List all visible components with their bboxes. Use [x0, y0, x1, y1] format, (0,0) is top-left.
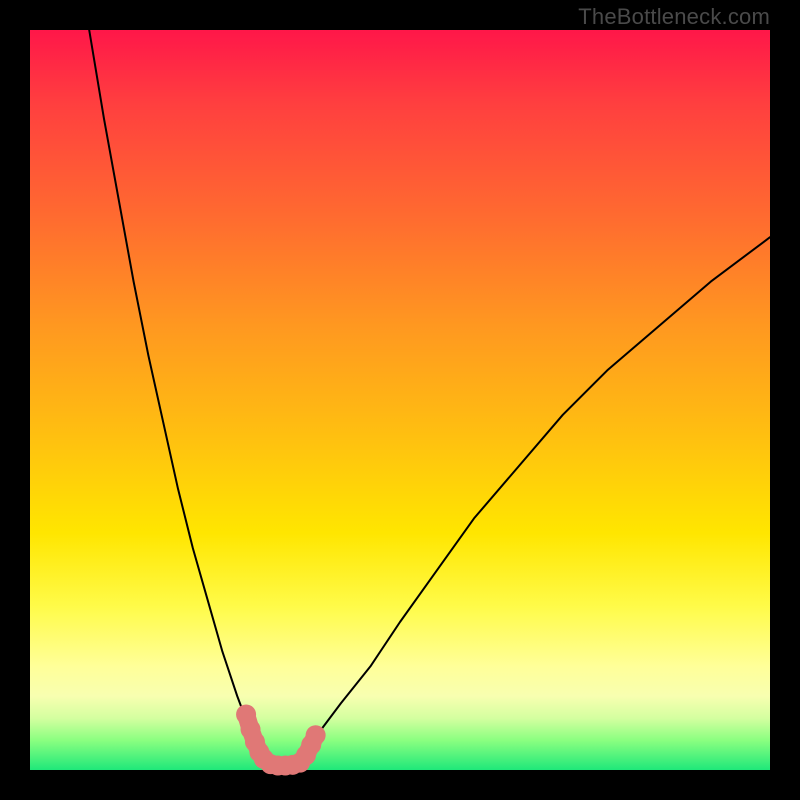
curve-right-curve	[304, 237, 770, 755]
curves-svg	[30, 30, 770, 770]
watermark-text: TheBottleneck.com	[578, 4, 770, 30]
highlight-dot	[306, 725, 326, 745]
plot-area	[30, 30, 770, 770]
chart-frame: TheBottleneck.com	[0, 0, 800, 800]
curve-left-curve	[89, 30, 267, 763]
